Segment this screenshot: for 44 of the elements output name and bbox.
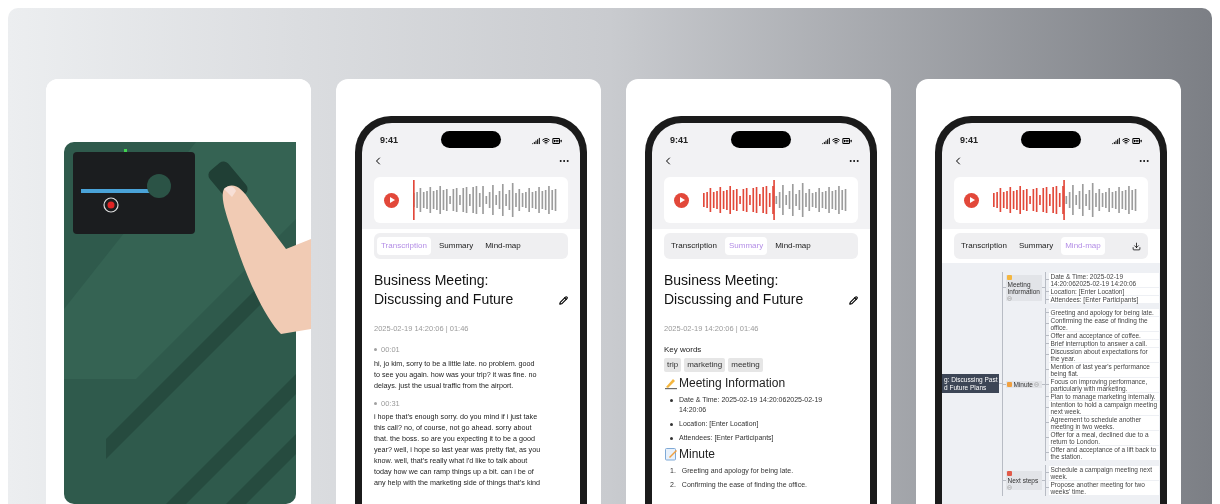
- dynamic-island: [1021, 131, 1081, 148]
- play-icon: [388, 197, 395, 203]
- battery-icon: [842, 136, 852, 146]
- status-time: 9:41: [670, 134, 688, 148]
- bullet-icon: [670, 399, 673, 403]
- section-heading: Minute: [679, 446, 716, 464]
- status-time: 9:41: [380, 134, 398, 148]
- signal-icon: [532, 137, 540, 145]
- battery-icon: [1132, 136, 1142, 146]
- tab[interactable]: Mind-map: [771, 237, 815, 255]
- edit-button[interactable]: [849, 296, 858, 305]
- tab[interactable]: Transcription: [667, 237, 721, 255]
- keyword-tag: marketing: [684, 358, 726, 373]
- play-icon: [968, 197, 975, 203]
- pencil-icon: [559, 296, 568, 305]
- keyword-tag: trip: [664, 358, 682, 373]
- play-icon: [678, 197, 685, 203]
- bullet-icon: [670, 423, 673, 427]
- play-button[interactable]: [964, 192, 979, 208]
- pencil-icon: [849, 296, 858, 305]
- tab[interactable]: Transcription: [957, 237, 1011, 255]
- wifi-icon: [542, 137, 550, 145]
- play-button[interactable]: [674, 192, 689, 208]
- keywords-label: Key words: [664, 344, 703, 357]
- play-button[interactable]: [384, 192, 399, 208]
- download-button[interactable]: [1132, 241, 1141, 251]
- edit-button[interactable]: [559, 296, 568, 305]
- tab[interactable]: Mind-map: [481, 237, 525, 255]
- battery-icon: [552, 136, 562, 146]
- wifi-icon: [832, 137, 840, 145]
- dynamic-island: [731, 131, 791, 148]
- wifi-icon: [1122, 137, 1130, 145]
- signal-icon: [822, 137, 830, 145]
- bullet-icon: [670, 437, 673, 441]
- download-icon: [1132, 241, 1141, 251]
- section-heading: Meeting Information: [679, 375, 786, 393]
- status-time: 9:41: [960, 134, 978, 148]
- keyword-tag: meeting: [728, 358, 763, 373]
- note-title: Business Meeting: Discussing and Future: [664, 271, 804, 309]
- signal-icon: [1112, 137, 1120, 145]
- note-title: Business Meeting: Discussing and Future: [374, 271, 514, 309]
- dynamic-island: [441, 131, 501, 148]
- tab[interactable]: Summary: [434, 237, 478, 255]
- tab[interactable]: Summary: [1014, 237, 1058, 255]
